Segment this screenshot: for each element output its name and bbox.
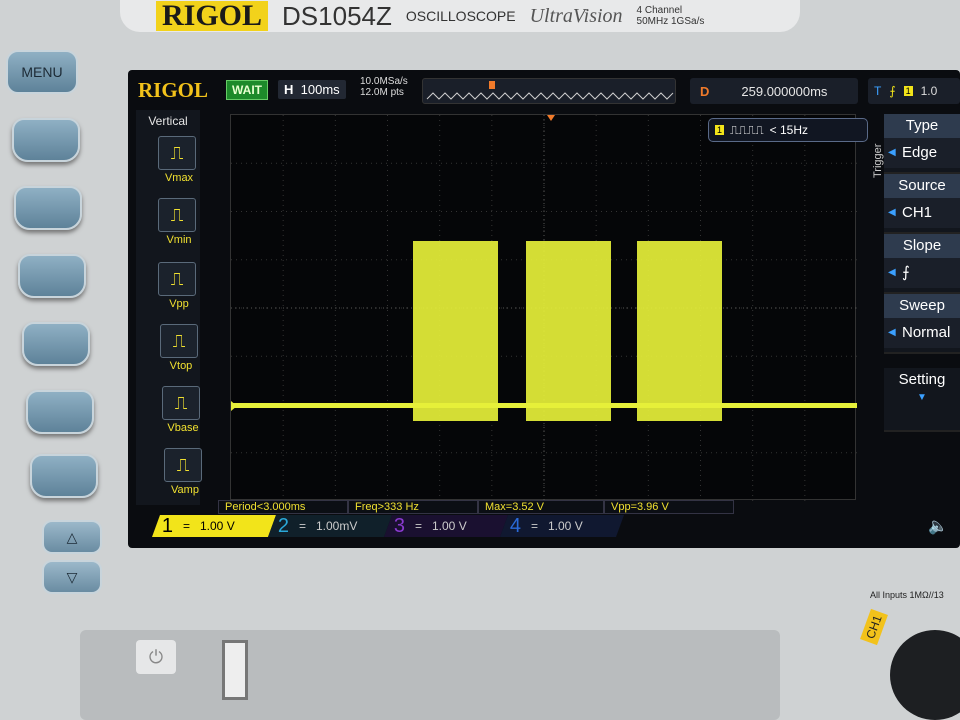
measure-vmax[interactable]: ⎍ Vmax — [158, 136, 200, 184]
measure-vbase[interactable]: ⎍ Vbase — [162, 386, 204, 434]
trigger-position-marker — [547, 115, 555, 121]
waveform-grid — [230, 114, 857, 501]
screen-logo: RIGOL — [138, 78, 209, 102]
measure-vpp[interactable]: ⎍ Vpp — [158, 262, 200, 310]
vamp-icon: ⎍ — [164, 448, 202, 482]
soft-button-2[interactable] — [14, 186, 82, 230]
vpp-icon: ⎍ — [158, 262, 196, 296]
memory-info: 10.0MSa/s 12.0M pts — [360, 76, 408, 98]
rigol-logo: RIGOL — [156, 1, 269, 31]
soft-button-1[interactable] — [12, 118, 80, 162]
page-up-button[interactable]: △ — [42, 520, 102, 554]
waveform-burst — [526, 241, 611, 421]
trigger-slope-item[interactable]: Slope⨍ — [884, 234, 960, 294]
ch1-label: CH1 — [860, 608, 888, 646]
measure-max: Max=3.52 V — [478, 500, 604, 514]
speaker-icon[interactable]: 🔈 — [928, 516, 948, 536]
vtop-icon: ⎍ — [160, 324, 198, 358]
waveform-display — [231, 115, 857, 501]
brand-strip: RIGOL DS1054Z OSCILLOSCOPE UltraVision 4… — [120, 0, 800, 32]
usb-port — [222, 640, 248, 700]
device-type: OSCILLOSCOPE — [405, 8, 516, 24]
trigger-sweep-item[interactable]: SweepNormal — [884, 294, 960, 354]
run-state-badge: WAIT — [226, 80, 268, 100]
soft-button-6[interactable] — [30, 454, 98, 498]
trigger-frequency-box: 1 ⎍⎍⎍⎍ < 15Hz — [708, 118, 868, 142]
channel-2[interactable]: 2 = 1.00mV — [267, 515, 393, 537]
trigger-status: T ⨍ 1 1.0 — [868, 78, 960, 104]
model-name: DS1054Z — [282, 0, 392, 31]
page-down-button[interactable]: ▽ — [42, 560, 102, 594]
channel-3[interactable]: 3 = 1.00 V — [383, 515, 509, 537]
ch1-bnc-connector[interactable] — [890, 630, 960, 720]
trigger-menu-title: Trigger — [872, 143, 884, 178]
inputs-label: All Inputs 1MΩ//13 — [870, 590, 944, 600]
lower-panel — [80, 630, 780, 720]
trigger-menu: TypeEdge SourceCH1 Slope⨍ SweepNormal Se… — [884, 114, 960, 432]
channel-1-ground-marker — [231, 401, 237, 411]
measure-vtop[interactable]: ⎍ Vtop — [160, 324, 202, 372]
waveform-burst — [637, 241, 722, 421]
oscilloscope-screen: RIGOL WAIT H 100ms 10.0MSa/s 12.0M pts D2… — [128, 70, 960, 548]
soft-button-5[interactable] — [26, 390, 94, 434]
vbase-icon: ⎍ — [162, 386, 200, 420]
measure-vpp-value: Vpp=3.96 V — [604, 500, 734, 514]
measure-vmin[interactable]: ⎍ Vmin — [158, 198, 200, 246]
channel-bar: 1 = 1.00 V 2 = 1.00mV 3 = 1.00 V 4 = 1.00 V — [151, 515, 625, 537]
measure-period: Period<3.000ms — [218, 500, 348, 514]
vmax-icon: ⎍ — [158, 136, 196, 170]
trigger-type-item[interactable]: TypeEdge — [884, 114, 960, 174]
channel-1[interactable]: 1 = 1.00 V — [151, 515, 277, 537]
menu-button[interactable]: MENU — [6, 50, 78, 94]
memory-strip — [422, 78, 676, 104]
series-name: UltraVision — [529, 4, 623, 27]
pulse-icon: ⎍⎍⎍⎍ — [730, 122, 764, 137]
vmin-icon: ⎍ — [158, 198, 196, 232]
measure-vamp[interactable]: ⎍ Vamp — [164, 448, 206, 496]
delay-box[interactable]: D 259.000000ms — [690, 78, 858, 104]
power-button[interactable]: ⏻ — [136, 640, 176, 674]
channel-4[interactable]: 4 = 1.00 V — [499, 515, 625, 537]
trigger-source-item[interactable]: SourceCH1 — [884, 174, 960, 234]
timebase-box[interactable]: H 100ms — [278, 80, 346, 99]
waveform-burst — [413, 241, 498, 421]
soft-button-3[interactable] — [18, 254, 86, 298]
vertical-title: Vertical — [148, 114, 188, 128]
spec-text: 4 Channel 50MHz 1GSa/s — [636, 5, 705, 27]
trigger-setting-item[interactable]: Setting ▼ — [884, 368, 960, 432]
soft-button-4[interactable] — [22, 322, 90, 366]
rising-edge-icon: ⨍ — [889, 84, 896, 98]
measure-freq: Freq>333 Hz — [348, 500, 478, 514]
